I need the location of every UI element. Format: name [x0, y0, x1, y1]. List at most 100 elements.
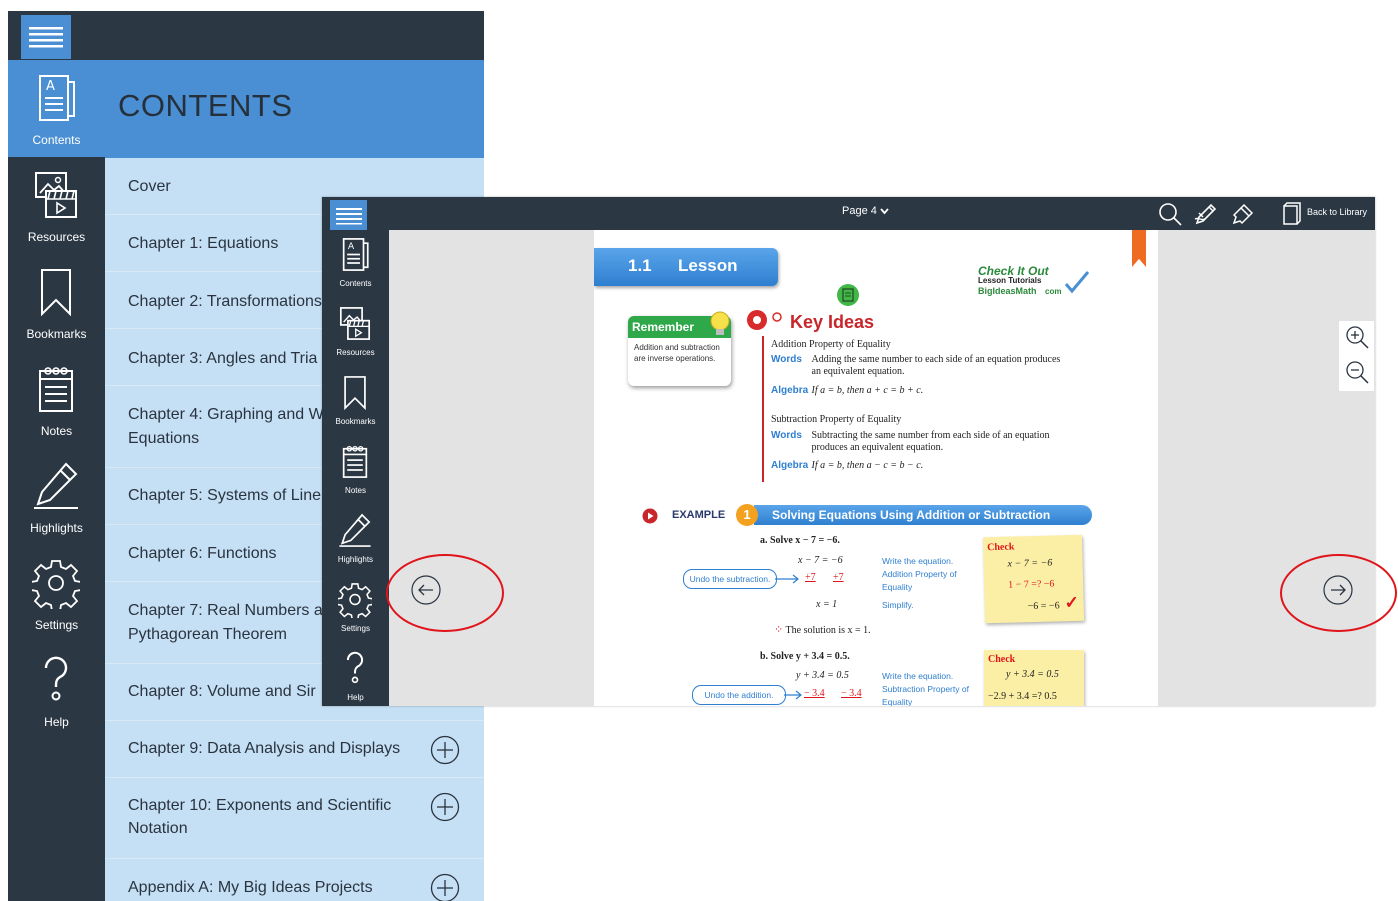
- rail-resources[interactable]: Resources: [322, 299, 389, 368]
- part-a-note-simplify: Simplify.: [882, 600, 914, 610]
- viewer-sidebar-rail: A Contents Resources Bookmarks Notes Hig…: [322, 230, 389, 706]
- subtraction-algebra-row: Algebra If a = b, then a − c = b − c.: [771, 460, 923, 472]
- rail-settings[interactable]: Settings: [322, 575, 389, 644]
- rail-label: Contents: [339, 279, 372, 288]
- addition-words-text: Adding the same number to each side of a…: [811, 354, 1061, 377]
- back-to-library-link[interactable]: Back to Library: [1307, 207, 1367, 217]
- contents-window-topbar: [8, 11, 484, 60]
- rail-label: Notes: [345, 486, 366, 495]
- contents-header: CONTENTS: [105, 60, 484, 158]
- part-a-check-line1: x − 7 = −6: [1007, 557, 1053, 570]
- part-b-note-write: Write the equation.: [882, 671, 954, 681]
- play-video-icon[interactable]: [642, 508, 658, 524]
- highlight-ring-next: [1280, 554, 1397, 632]
- notes-icon: [39, 367, 73, 412]
- highlighter-icon: [339, 513, 371, 547]
- example-number-badge: 1: [736, 504, 758, 526]
- highlight-ring-previous: [386, 554, 504, 632]
- rail-label: Contents: [32, 133, 81, 147]
- rail-notes[interactable]: Notes: [8, 351, 105, 448]
- list-item-label-line2: Notation: [128, 820, 188, 837]
- list-item[interactable]: Chapter 10: Exponents and Scientific Not…: [105, 778, 484, 859]
- highlighter-icon: [34, 462, 78, 509]
- resources-icon: [339, 307, 371, 340]
- part-a-prompt: a. Solve x − 7 = −6.: [760, 535, 840, 546]
- rail-bookmarks[interactable]: Bookmarks: [8, 254, 105, 351]
- part-b-check-note: Check y + 3.4 = 0.5 −2.9 + 3.4 =? 0.5: [984, 650, 1084, 706]
- library-book-icon[interactable]: [1277, 201, 1303, 227]
- rail-label: Highlights: [30, 521, 83, 535]
- contents-icon: A: [342, 238, 369, 271]
- rail-resources[interactable]: Resources: [8, 157, 105, 254]
- remember-text: Addition and subtraction are inverse ope…: [634, 343, 720, 363]
- words-label: Words: [771, 430, 802, 441]
- rail-label: Help: [44, 715, 69, 729]
- rail-label: Help: [347, 693, 364, 702]
- zoom-out-button[interactable]: [1344, 359, 1370, 385]
- resources-icon: [35, 172, 77, 218]
- check-title: Check: [988, 654, 1016, 665]
- menu-button[interactable]: [330, 200, 367, 230]
- rail-settings[interactable]: Settings: [8, 545, 105, 642]
- lesson-banner: 1.1 Lesson: [594, 248, 778, 286]
- expand-plus-icon[interactable]: [430, 792, 460, 822]
- rail-help[interactable]: Help: [8, 642, 105, 739]
- rail-contents[interactable]: A Contents: [322, 230, 389, 299]
- list-item[interactable]: Chapter 9: Data Analysis and Displays: [105, 721, 484, 778]
- rail-label: Settings: [341, 624, 370, 633]
- menu-button[interactable]: [21, 15, 71, 59]
- example-label: EXAMPLE: [672, 509, 726, 521]
- page-selector[interactable]: Page 4: [842, 205, 889, 217]
- notes-badge-icon[interactable]: [836, 283, 860, 307]
- list-item-label: Chapter 9: Data Analysis and Displays: [128, 740, 401, 757]
- rail-highlights[interactable]: Highlights: [322, 506, 389, 575]
- undo-addition-hint: Undo the addition.: [692, 685, 786, 705]
- example-title: Solving Equations Using Addition or Subt…: [772, 508, 1051, 522]
- rail-label: Resources: [27, 230, 86, 244]
- rail-label: Bookmarks: [335, 417, 376, 426]
- check-it-out-logo[interactable]: Check It Out Lesson Tutorials BigIdeasMa…: [978, 264, 1061, 296]
- zoom-in-button[interactable]: [1344, 324, 1370, 350]
- pen-annotate-icon[interactable]: [1193, 201, 1219, 227]
- site-suffix: com: [1045, 287, 1062, 296]
- arrow-right-icon: [775, 574, 799, 584]
- subtraction-words-text: Subtracting the same number from each si…: [811, 430, 1050, 453]
- book-viewer-window: Page 4 Back to Library A Contents Resour…: [322, 197, 1375, 706]
- part-a-note-write: Write the equation.: [882, 556, 954, 566]
- algebra-label: Algebra: [771, 385, 809, 396]
- sidebar-rail: A Contents Resources Bookmarks Notes Hig…: [8, 60, 105, 901]
- rail-label: Notes: [40, 424, 73, 438]
- bookmark-icon: [344, 376, 366, 411]
- page-bookmark-ribbon[interactable]: [1132, 230, 1146, 267]
- part-a-check-line3: −6 = −6: [1027, 600, 1060, 613]
- subtraction-algebra-text: If a = b, then a − c = b − c.: [811, 460, 924, 471]
- subtraction-property-title: Subtraction Property of Equality: [771, 414, 902, 425]
- part-a-check-note: Check x − 7 = −6 1 − 7 =? −6 −6 = −6 ✓: [982, 534, 1085, 624]
- addition-algebra-row: Algebra If a = b, then a + c = b + c.: [771, 385, 923, 397]
- part-a-note-property: Addition Property of Equality: [882, 569, 957, 592]
- rail-highlights[interactable]: Highlights: [8, 448, 105, 545]
- rail-label: Resources: [336, 348, 375, 357]
- undo-subtraction-hint: Undo the subtraction.: [683, 569, 777, 589]
- rail-bookmarks[interactable]: Bookmarks: [322, 368, 389, 437]
- eraser-brush-icon[interactable]: [1230, 201, 1256, 227]
- page-selector-label: Page 4: [842, 205, 877, 217]
- algebra-label: Algebra: [771, 460, 809, 471]
- addition-property-title: Addition Property of Equality: [771, 339, 891, 350]
- lesson-label: Lesson: [678, 256, 738, 275]
- part-b-line2-right: − 3.4: [841, 688, 862, 699]
- check-mark-icon: ✓: [1064, 592, 1080, 613]
- expand-plus-icon[interactable]: [430, 873, 460, 901]
- part-b-note-property: Subtraction Property of Equality: [882, 684, 969, 706]
- site-name: BigIdeasMath: [978, 286, 1037, 296]
- list-item[interactable]: Appendix A: My Big Ideas Projects: [105, 859, 484, 901]
- rail-help[interactable]: Help: [322, 644, 389, 706]
- svg-text:A: A: [46, 79, 55, 94]
- search-icon[interactable]: [1157, 201, 1183, 227]
- rail-notes[interactable]: Notes: [322, 437, 389, 506]
- expand-plus-icon[interactable]: [430, 735, 460, 765]
- rail-contents[interactable]: A Contents: [8, 60, 105, 157]
- solution-arrow-icon: ⁘: [774, 624, 784, 636]
- part-b-prompt: b. Solve y + 3.4 = 0.5.: [760, 651, 850, 662]
- part-b-line1: y + 3.4 = 0.5: [796, 670, 849, 681]
